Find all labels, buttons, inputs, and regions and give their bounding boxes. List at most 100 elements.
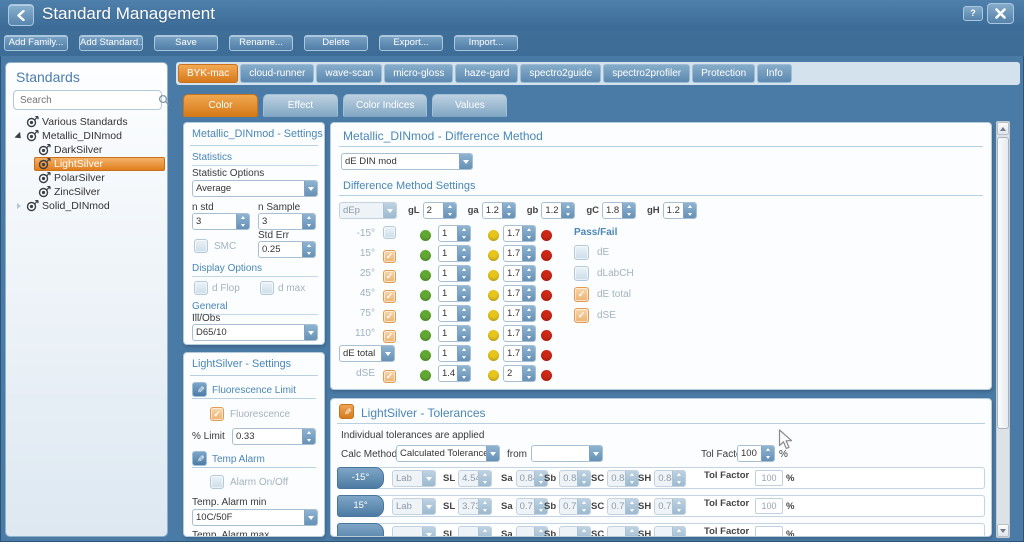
device-tab[interactable]: Protection: [692, 64, 756, 83]
toolbar-button[interactable]: Save: [154, 35, 218, 51]
spinner[interactable]: 1.7: [503, 345, 536, 362]
tol-factor-value[interactable]: [755, 526, 783, 536]
spinner[interactable]: 1.2: [481, 202, 516, 219]
stepper-icon[interactable]: [761, 446, 774, 461]
std-err-spinner[interactable]: 0.25: [258, 241, 316, 258]
tol-factor-value[interactable]: 100: [755, 470, 783, 486]
stepper-icon[interactable]: [625, 499, 639, 514]
tree-item[interactable]: Metallic_DINmod: [6, 129, 169, 143]
ill-obs-dropdown[interactable]: D65/10: [192, 324, 318, 341]
stepper-icon[interactable]: [236, 214, 249, 229]
edit-pencil-icon[interactable]: [339, 404, 354, 419]
spinner[interactable]: 1.7: [503, 245, 536, 262]
temp-alarm-min-dropdown[interactable]: 10C/50F: [192, 509, 318, 526]
spinner[interactable]: 1.2: [662, 202, 697, 219]
device-tab[interactable]: wave-scan: [316, 64, 383, 83]
toolbar-button[interactable]: Add Family...: [4, 35, 68, 51]
toolbar-button[interactable]: Delete: [304, 35, 368, 51]
toolbar-button[interactable]: Import...: [454, 35, 518, 51]
toolbar-button[interactable]: Export...: [379, 35, 443, 51]
spinner[interactable]: 1.4: [438, 365, 471, 382]
vertical-scrollbar[interactable]: [996, 121, 1010, 538]
spinner[interactable]: 1: [438, 345, 471, 362]
expander-collapsed-icon[interactable]: [14, 203, 24, 209]
stepper-icon[interactable]: [672, 527, 686, 536]
stepper-icon[interactable]: [522, 226, 535, 241]
search-box[interactable]: [13, 90, 170, 110]
tree-item[interactable]: LightSilver: [6, 157, 169, 171]
spinner[interactable]: 0.7: [607, 498, 640, 515]
stepper-icon[interactable]: [522, 326, 535, 341]
stepper-icon[interactable]: [561, 203, 575, 218]
stepper-icon[interactable]: [457, 366, 470, 381]
spinner[interactable]: [458, 526, 493, 536]
back-button[interactable]: [8, 4, 34, 26]
view-tab[interactable]: Values: [432, 94, 508, 117]
help-button[interactable]: ?: [963, 6, 983, 21]
statistic-options-dropdown[interactable]: Average: [192, 180, 318, 197]
stepper-icon[interactable]: [577, 471, 591, 486]
stepper-icon[interactable]: [457, 306, 470, 321]
stepper-icon[interactable]: [478, 471, 492, 486]
stepper-icon[interactable]: [621, 203, 635, 218]
spinner[interactable]: 1: [438, 225, 471, 242]
stepper-icon[interactable]: [625, 471, 639, 486]
colorspace-dropdown[interactable]: Lab: [392, 470, 436, 487]
tree-item[interactable]: DarkSilver: [6, 143, 169, 157]
stepper-icon[interactable]: [302, 429, 315, 444]
n-std-spinner[interactable]: 3: [192, 213, 250, 230]
spinner[interactable]: 1.2: [541, 202, 576, 219]
view-tab[interactable]: Color Indices: [343, 94, 428, 117]
stepper-icon[interactable]: [457, 346, 470, 361]
difference-method-dropdown[interactable]: dE DIN mod: [341, 153, 473, 170]
tol-factor-value[interactable]: 100: [755, 498, 783, 514]
stepper-icon[interactable]: [577, 527, 591, 536]
stepper-icon[interactable]: [522, 246, 535, 261]
device-tab[interactable]: spectro2guide: [520, 64, 602, 83]
toolbar-button[interactable]: Add Standard...: [79, 35, 143, 51]
scrollbar-thumb[interactable]: [997, 137, 1009, 429]
stepper-icon[interactable]: [478, 527, 492, 536]
tree-item[interactable]: Various Standards: [6, 115, 169, 129]
spinner[interactable]: 1.7: [503, 305, 536, 322]
fluorescence-checkbox[interactable]: [210, 407, 224, 421]
stepper-icon[interactable]: [577, 499, 591, 514]
stepper-icon[interactable]: [478, 499, 492, 514]
spinner[interactable]: 0.7: [654, 498, 687, 515]
stepper-icon[interactable]: [501, 203, 515, 218]
colorspace-dropdown[interactable]: [392, 526, 436, 536]
from-dropdown[interactable]: [531, 445, 603, 462]
scroll-down-icon[interactable]: [997, 524, 1009, 537]
n-sample-spinner[interactable]: 3: [258, 213, 316, 230]
stepper-icon[interactable]: [672, 471, 686, 486]
spinner[interactable]: 1.7: [503, 285, 536, 302]
stepper-icon[interactable]: [522, 306, 535, 321]
search-input[interactable]: [14, 94, 158, 106]
scroll-up-icon[interactable]: [997, 122, 1009, 135]
spinner[interactable]: 1: [438, 285, 471, 302]
spinner[interactable]: 0.84: [654, 470, 687, 487]
passfail-checkbox[interactable]: [574, 286, 589, 302]
stepper-icon[interactable]: [457, 246, 470, 261]
tree-item[interactable]: ZincSilver: [6, 185, 169, 199]
spinner[interactable]: 1: [438, 245, 471, 262]
angle-checkbox[interactable]: [383, 226, 396, 239]
param-dropdown[interactable]: dEp: [339, 202, 397, 219]
colorspace-dropdown[interactable]: Lab: [392, 498, 436, 515]
spinner[interactable]: 1.8: [601, 202, 636, 219]
d-flop-checkbox[interactable]: [194, 281, 208, 295]
edit-pencil-icon[interactable]: [192, 451, 207, 466]
stepper-icon[interactable]: [457, 286, 470, 301]
spinner[interactable]: 1.7: [503, 265, 536, 282]
toolbar-button[interactable]: Rename...: [229, 35, 293, 51]
stepper-icon[interactable]: [457, 266, 470, 281]
spinner[interactable]: 0.7: [559, 498, 592, 515]
spinner[interactable]: 2: [422, 202, 457, 219]
stepper-icon[interactable]: [625, 527, 639, 536]
angle-checkbox[interactable]: [383, 330, 396, 343]
stepper-icon[interactable]: [522, 266, 535, 281]
stepper-icon[interactable]: [457, 226, 470, 241]
stepper-icon[interactable]: [442, 203, 456, 218]
spinner[interactable]: [515, 526, 548, 536]
expander-expanded-icon[interactable]: [14, 134, 24, 139]
